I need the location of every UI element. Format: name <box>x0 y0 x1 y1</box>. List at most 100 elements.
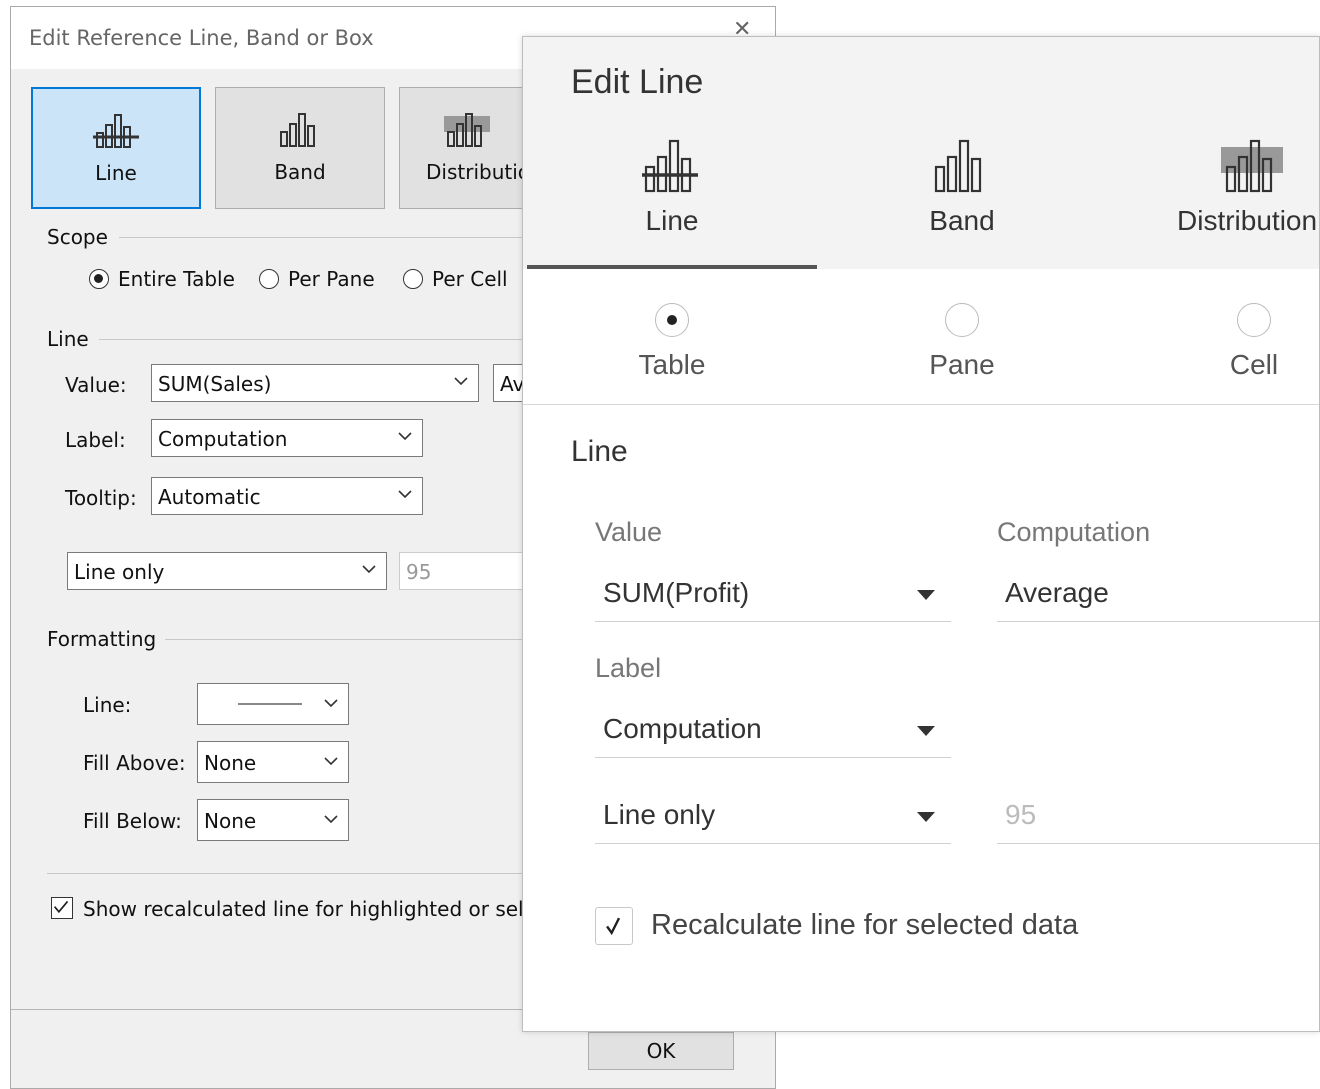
confidence-input[interactable]: 95 <box>399 552 533 590</box>
value-field-label: Value: <box>65 373 127 397</box>
chevron-down-icon <box>362 565 376 574</box>
reference-distribution-icon <box>443 113 490 147</box>
line-style-label: Line: <box>83 693 132 717</box>
scope-table-label: Table <box>638 349 706 380</box>
fill-above-combo-text: None <box>204 751 257 775</box>
old-tab-band-label: Band <box>274 160 326 184</box>
new-dialog-title: Edit Line <box>571 63 704 101</box>
confidence-input[interactable]: 95 <box>997 793 1319 844</box>
old-dialog-title: Edit Reference Line, Band or Box <box>29 26 374 50</box>
radio-selected-icon <box>89 269 109 289</box>
line-section-title: Line <box>571 435 628 468</box>
value-combo[interactable]: SUM(Sales) <box>151 364 479 402</box>
selected-tab-indicator <box>527 265 817 269</box>
reference-band-icon <box>934 139 982 193</box>
new-edit-line-dialog: Edit Line Line Band Distribution Table P… <box>522 36 1320 1032</box>
interval-combo[interactable]: Line only <box>67 552 387 590</box>
label-combo[interactable]: Computation <box>151 419 423 457</box>
radio-unselected-icon <box>403 269 423 289</box>
label-caption: Label <box>595 653 662 683</box>
label-combo-text: Computation <box>158 427 288 451</box>
aggregation-combo-text: Av <box>500 372 525 396</box>
radio-entire-table-label: Entire Table <box>118 267 235 291</box>
reference-line-icon <box>642 139 698 193</box>
value-combo-text: SUM(Sales) <box>158 372 272 396</box>
new-tab-band-label: Band <box>929 205 995 236</box>
value-dropdown-text: SUM(Profit) <box>603 577 750 608</box>
fill-below-label: Fill Below: <box>83 809 182 833</box>
tooltip-combo-text: Automatic <box>158 485 261 509</box>
scope-table-radio[interactable]: Table <box>527 303 817 381</box>
new-tab-band[interactable]: Band <box>817 117 1107 269</box>
new-tab-distribution-label: Distribution <box>1177 205 1318 236</box>
label-dropdown[interactable]: Computation <box>595 707 951 758</box>
computation-dropdown-text: Average <box>1005 577 1109 608</box>
interval-dropdown-text: Line only <box>603 799 716 830</box>
scope-pane-radio[interactable]: Pane <box>817 303 1107 381</box>
confidence-input-text: 95 <box>1005 799 1037 830</box>
radio-entire-table[interactable]: Entire Table <box>89 267 235 291</box>
computation-caption: Computation <box>997 517 1151 547</box>
fill-below-combo-text: None <box>204 809 257 833</box>
caret-down-icon <box>917 726 935 736</box>
radio-unselected-icon <box>945 303 979 337</box>
scope-cell-radio[interactable]: Cell <box>1109 303 1319 381</box>
radio-per-pane[interactable]: Per Pane <box>259 267 375 291</box>
reference-band-icon <box>280 113 315 147</box>
scope-cell-label: Cell <box>1229 349 1279 380</box>
reference-distribution-icon <box>1221 139 1283 193</box>
recalc-checkbox[interactable] <box>51 897 73 919</box>
scope-group-label: Scope <box>47 225 108 249</box>
checkmark-icon <box>53 900 69 914</box>
chevron-down-icon <box>324 815 338 824</box>
fill-below-combo[interactable]: None <box>197 799 349 841</box>
checkbox-divider <box>47 873 539 874</box>
line-group-label: Line <box>47 327 89 351</box>
old-tab-line-label: Line <box>95 161 137 185</box>
radio-per-pane-label: Per Pane <box>288 267 375 291</box>
new-dialog-header: Edit Line Line Band Distribution <box>523 37 1319 269</box>
radio-selected-icon <box>655 303 689 337</box>
new-tab-distribution[interactable]: Distribution <box>1107 117 1319 269</box>
interval-dropdown[interactable]: Line only <box>595 793 951 844</box>
line-group-divider <box>99 339 539 340</box>
old-tab-band[interactable]: Band <box>215 87 385 209</box>
old-tab-line[interactable]: Line <box>31 87 201 209</box>
caret-down-icon <box>917 812 935 822</box>
section-divider <box>523 404 1319 405</box>
chevron-down-icon <box>398 490 412 499</box>
interval-combo-text: Line only <box>74 560 165 584</box>
confidence-input-text: 95 <box>406 560 432 584</box>
recalc-checkbox-label: Show recalculated line for highlighted o… <box>83 897 547 921</box>
chevron-down-icon <box>324 757 338 766</box>
chevron-down-icon <box>454 377 468 386</box>
formatting-group-label: Formatting <box>47 627 157 651</box>
scope-group-divider <box>119 237 539 238</box>
value-dropdown[interactable]: SUM(Profit) <box>595 571 951 622</box>
old-tab-distribution[interactable]: Distributio <box>399 87 533 209</box>
new-tab-line[interactable]: Line <box>527 117 817 269</box>
tooltip-combo[interactable]: Automatic <box>151 477 423 515</box>
fill-above-combo[interactable]: None <box>197 741 349 783</box>
value-caption: Value <box>595 517 663 547</box>
label-dropdown-text: Computation <box>603 713 762 744</box>
line-style-combo[interactable] <box>197 683 349 725</box>
label-field-label: Label: <box>65 428 126 452</box>
recalculate-checkbox[interactable] <box>595 907 633 945</box>
chevron-down-icon <box>324 699 338 708</box>
chevron-down-icon <box>398 432 412 441</box>
radio-unselected-icon <box>1237 303 1271 337</box>
ok-button[interactable]: OK <box>588 1032 734 1070</box>
scope-pane-label: Pane <box>929 349 995 380</box>
radio-per-cell-label: Per Cell <box>432 267 508 291</box>
recalculate-checkbox-label: Recalculate line for selected data <box>651 909 1079 941</box>
caret-down-icon <box>917 590 935 600</box>
radio-per-cell[interactable]: Per Cell <box>403 267 508 291</box>
radio-unselected-icon <box>259 269 279 289</box>
tooltip-field-label: Tooltip: <box>65 486 137 510</box>
new-tab-line-label: Line <box>645 205 699 236</box>
reference-line-icon <box>93 114 139 148</box>
computation-dropdown[interactable]: Average <box>997 571 1319 622</box>
fill-above-label: Fill Above: <box>83 751 186 775</box>
line-style-preview <box>238 703 302 705</box>
